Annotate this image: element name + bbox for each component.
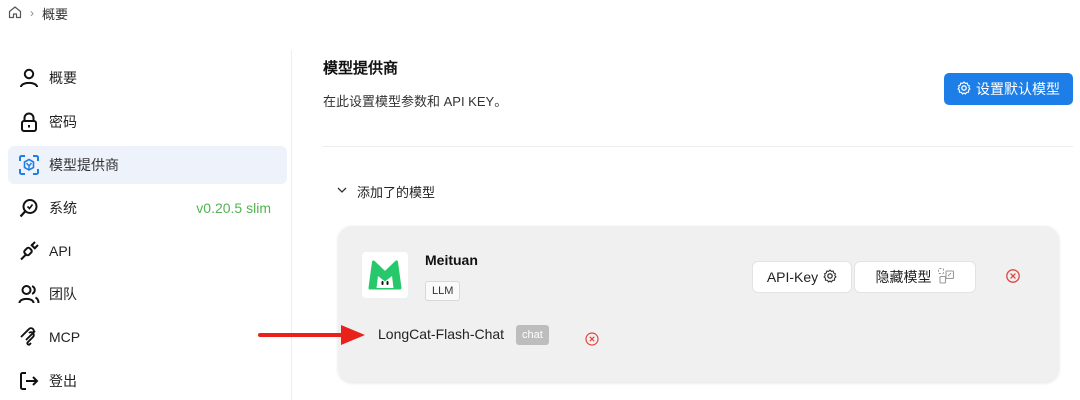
gear-icon (823, 268, 837, 286)
api-key-label: API-Key (766, 269, 819, 285)
hide-models-label: 隐藏模型 (875, 269, 932, 285)
gear-icon (957, 80, 971, 98)
provider-card (338, 226, 1059, 382)
user-icon (18, 67, 40, 89)
logout-icon (18, 370, 40, 392)
sidebar-item-label: 系统 (49, 200, 77, 216)
sidebar-item-label: 模型提供商 (49, 157, 119, 173)
delete-provider-icon[interactable] (1005, 268, 1021, 284)
sidebar-item-api[interactable]: API (8, 232, 287, 270)
plug-icon (18, 240, 40, 262)
version-label: v0.20.5 slim (196, 200, 271, 216)
page-title: 模型提供商 (323, 60, 399, 77)
sidebar-item-model-provider[interactable]: 模型提供商 (8, 146, 287, 184)
delete-model-icon[interactable] (584, 331, 600, 347)
mcp-icon (18, 326, 40, 348)
section-label: 添加了的模型 (357, 185, 436, 200)
sidebar-item-label: 密码 (49, 114, 77, 130)
provider-type-tag: LLM (425, 281, 461, 301)
chevron-down-icon (336, 184, 348, 199)
api-key-button[interactable]: API-Key (752, 261, 852, 293)
sidebar-item-label: 登出 (49, 373, 77, 389)
model-type-tag: chat (516, 325, 549, 345)
page-subtitle: 在此设置模型参数和 API KEY。 (323, 94, 508, 109)
sidebar-item-system[interactable]: 系统 v0.20.5 slim (8, 189, 287, 227)
sidebar-item-overview[interactable]: 概要 (8, 59, 287, 97)
header-divider (323, 146, 1073, 147)
set-default-model-button[interactable]: 设置默认模型 (944, 73, 1073, 105)
sidebar-item-label: 概要 (49, 70, 77, 86)
model-cube-icon (18, 154, 40, 176)
team-icon (18, 283, 40, 305)
lock-icon (18, 111, 40, 133)
hide-models-button[interactable]: 隐藏模型 (854, 261, 976, 293)
sidebar-item-label: 团队 (49, 286, 77, 302)
home-icon[interactable] (8, 5, 22, 22)
hide-models-icon (937, 267, 955, 288)
sidebar-item-password[interactable]: 密码 (8, 103, 287, 141)
sidebar-item-logout[interactable]: 登出 (8, 362, 287, 400)
model-name: LongCat-Flash-Chat (378, 326, 505, 342)
set-default-model-label: 设置默认模型 (976, 81, 1060, 97)
sidebar-item-team[interactable]: 团队 (8, 275, 287, 313)
system-search-icon (18, 197, 40, 219)
sidebar-item-mcp[interactable]: MCP (8, 318, 287, 356)
breadcrumb: › 概要 (8, 2, 68, 24)
annotation-arrow (255, 322, 367, 353)
sidebar-item-label: API (49, 243, 72, 259)
breadcrumb-separator: › (30, 6, 34, 20)
provider-name: Meituan (425, 252, 478, 268)
sidebar-item-label: MCP (49, 329, 81, 345)
breadcrumb-current: 概要 (42, 6, 69, 22)
meituan-logo (362, 252, 408, 298)
added-models-section-toggle[interactable]: 添加了的模型 (336, 182, 435, 201)
